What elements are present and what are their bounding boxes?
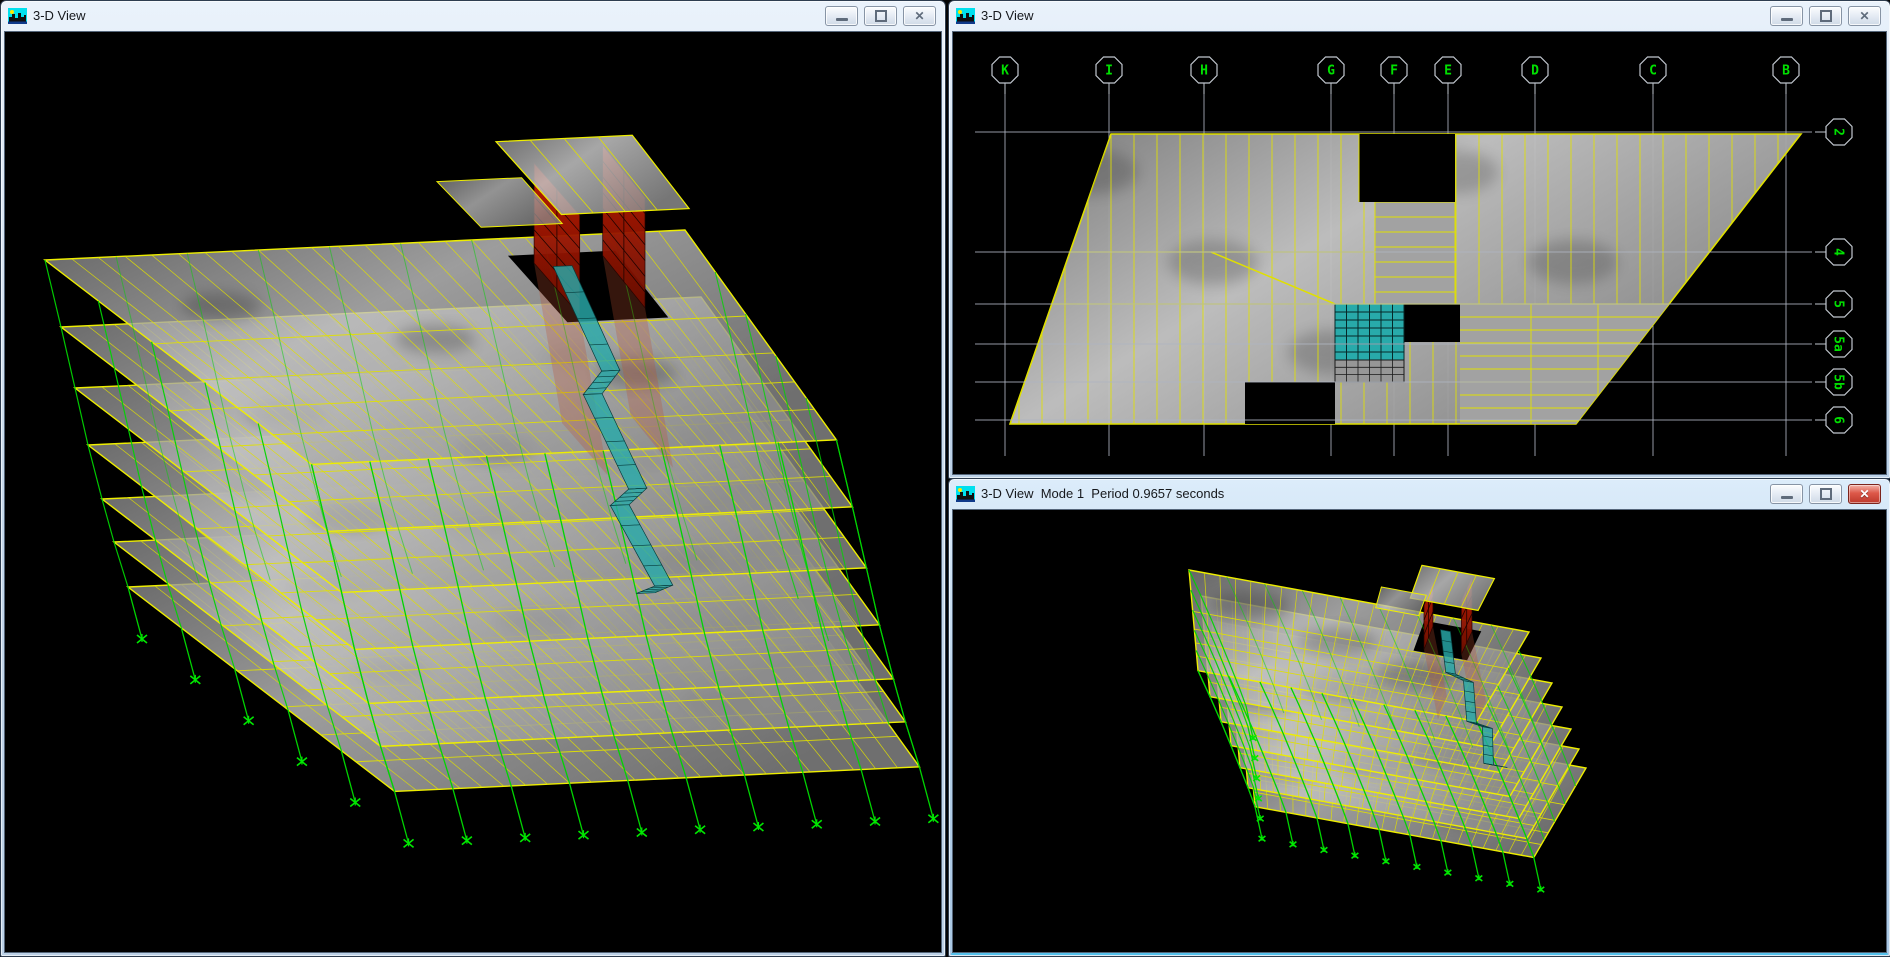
column-grid-label: D: [1531, 64, 1539, 79]
window-title: 3-D View Mode 1 Period 0.9657 seconds: [981, 486, 1224, 501]
column-grid-label: H: [1200, 64, 1208, 79]
plan-viewport[interactable]: K I H G F E D C B 2 4 5 5a 5b 6: [952, 31, 1887, 475]
mode-view-canvas[interactable]: [953, 510, 1886, 952]
column-grid-label: E: [1444, 64, 1452, 79]
3d-view-icon: [956, 486, 975, 502]
close-icon: ✕: [914, 10, 924, 22]
close-button[interactable]: ✕: [903, 6, 936, 26]
restore-icon: [875, 10, 887, 22]
close-icon: ✕: [1859, 10, 1869, 22]
mode-viewport[interactable]: [952, 509, 1887, 953]
row-grid-label: 4: [1831, 248, 1846, 256]
titlebar[interactable]: 3-D View ✕: [949, 1, 1890, 30]
window-title: 3-D View: [33, 8, 86, 23]
minimize-icon: [1781, 18, 1793, 21]
row-grid-label: 5a: [1831, 336, 1846, 352]
minimize-button[interactable]: [1770, 6, 1803, 26]
3d-viewport[interactable]: [4, 31, 942, 953]
column-grid-label: F: [1390, 64, 1398, 79]
minimize-button[interactable]: [1770, 484, 1803, 504]
column-grid-label: G: [1327, 64, 1335, 79]
restore-icon: [1820, 10, 1832, 22]
minimize-button[interactable]: [825, 6, 858, 26]
minimize-icon: [1781, 496, 1793, 499]
restore-button[interactable]: [864, 6, 897, 26]
window-3d-view: 3-D View ✕: [0, 0, 946, 957]
row-grid-label: 6: [1831, 416, 1846, 424]
3d-view-icon: [956, 8, 975, 24]
3d-view-canvas[interactable]: [5, 32, 941, 952]
restore-icon: [1820, 488, 1832, 500]
window-title: 3-D View: [981, 8, 1034, 23]
restore-button[interactable]: [1809, 484, 1842, 504]
column-grid-label: I: [1105, 64, 1113, 79]
row-grid-label: 5: [1831, 300, 1846, 308]
close-button[interactable]: ✕: [1848, 6, 1881, 26]
restore-button[interactable]: [1809, 6, 1842, 26]
column-grid-label: B: [1782, 64, 1790, 79]
minimize-icon: [836, 18, 848, 21]
column-grid-label: C: [1649, 64, 1657, 79]
column-grid-label: K: [1001, 64, 1009, 79]
3d-view-icon: [8, 8, 27, 24]
row-grid-label: 5b: [1831, 374, 1846, 390]
row-grid-label: 2: [1831, 128, 1846, 136]
close-button[interactable]: ✕: [1848, 484, 1881, 504]
titlebar[interactable]: 3-D View Mode 1 Period 0.9657 seconds ✕: [949, 479, 1890, 508]
plan-view-canvas[interactable]: K I H G F E D C B 2 4 5 5a 5b 6: [953, 32, 1886, 474]
close-icon: ✕: [1859, 488, 1869, 500]
window-plan-view: 3-D View ✕ K I H G F E D C B 2 4 5 5a 5b 6: [948, 0, 1890, 479]
etabs-workspace: { "windows": { "left": { "title": "3-D V…: [0, 0, 1890, 955]
stair-core: [1335, 304, 1404, 382]
window-mode-view: 3-D View Mode 1 Period 0.9657 seconds ✕: [948, 478, 1890, 957]
titlebar[interactable]: 3-D View ✕: [1, 1, 945, 30]
